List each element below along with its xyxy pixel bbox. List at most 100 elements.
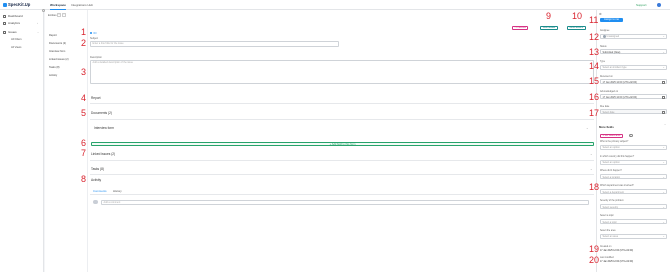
- description-textarea[interactable]: Add a detailed description of the issue: [90, 59, 594, 84]
- sidebar-item-dashboard[interactable]: Dashboard: [3, 14, 23, 18]
- chevron-down-icon: ⌄: [662, 176, 665, 179]
- view-details-button[interactable]: View details: [540, 25, 558, 30]
- marker-8: 8: [81, 174, 87, 184]
- add-entity-button[interactable]: +: [57, 13, 61, 17]
- comment-input[interactable]: Add a comment: [101, 199, 589, 205]
- sidebar-item-issues[interactable]: Issues ⌄: [3, 30, 39, 34]
- main-sidebar: Dashboard Analytics › Issues ⌄ All Filters…: [0, 10, 44, 272]
- chevron-down-icon: ⌄: [662, 147, 665, 150]
- q6-label: Select a topic: [600, 215, 614, 217]
- chevron-down-icon: ⌄: [37, 30, 40, 34]
- divider: [90, 160, 594, 161]
- app-logo[interactable]: SpecKit.Up: [3, 2, 30, 7]
- settings-gear-icon[interactable]: ⚙: [599, 12, 602, 16]
- chevron-down-icon: ⌄: [662, 191, 665, 194]
- status-dot-icon: [90, 32, 92, 34]
- chevron-up-icon[interactable]: ⌃: [664, 124, 666, 127]
- received-date-input[interactable]: 17 Jan 2025 12:00 (UTC+02:00): [600, 79, 667, 84]
- previous-button[interactable]: < Previous: [512, 25, 529, 30]
- type-select[interactable]: Select an incident type ⌄: [600, 64, 667, 70]
- avatar: [602, 35, 606, 39]
- user-avatar[interactable]: [657, 2, 661, 7]
- tab-integrations[interactable]: Integrations Hub: [71, 3, 93, 7]
- avatar: [93, 199, 98, 204]
- marker-20: 20: [589, 255, 600, 265]
- q2-label: In which country did this happen?: [600, 155, 635, 158]
- chevron-down-icon: ⌄: [662, 221, 665, 224]
- section-tasks[interactable]: Tasks (8) ⌄: [91, 167, 593, 171]
- chevron-down-icon: ⌄: [662, 206, 665, 209]
- add-field-button[interactable]: + Add field to this form: [91, 141, 594, 146]
- q4-select[interactable]: Select a department ⌄: [600, 189, 667, 194]
- sidebar-sub-filters[interactable]: All Filters: [11, 38, 22, 41]
- q1-select[interactable]: Select an option ⌄: [600, 144, 667, 150]
- q7-label: Select the area: [600, 229, 616, 232]
- marker-19: 19: [589, 244, 600, 254]
- sidebar-sub-views[interactable]: All Views: [11, 46, 21, 49]
- marker-14: 14: [589, 61, 600, 71]
- nav-interview-form[interactable]: Interview form: [49, 50, 65, 53]
- tab-history[interactable]: History: [113, 189, 122, 193]
- chevron-down-icon: ⌄: [586, 126, 589, 130]
- section-interview-form[interactable]: Interview form ⌄: [94, 126, 589, 130]
- q3-select[interactable]: Select a location ⌄: [600, 174, 667, 179]
- nav-tasks[interactable]: Tasks (8): [49, 66, 60, 69]
- q2-select[interactable]: Select an option ⌄: [600, 159, 667, 165]
- nav-documents[interactable]: Documents (2): [49, 42, 66, 45]
- marker-6: 6: [81, 138, 87, 148]
- divider: [90, 174, 594, 175]
- nav-activity[interactable]: Activity: [49, 74, 57, 77]
- due-date-label: Due date: [600, 105, 610, 108]
- marker-17: 17: [589, 108, 600, 118]
- marker-13: 13: [589, 47, 600, 57]
- more-entity-button[interactable]: ...: [62, 13, 66, 17]
- marker-12: 12: [589, 32, 600, 42]
- assignee-select[interactable]: Unassigned ⌄: [600, 33, 667, 39]
- acknowledged-date-input[interactable]: 17 Jan 2025 12:00 (UTC+02:00): [600, 94, 667, 99]
- info-icon: i: [629, 133, 633, 138]
- q6-select[interactable]: Select a topic ⌄: [600, 219, 667, 224]
- updated-label: Last modified: [600, 257, 614, 259]
- assign-to-me-button[interactable]: Assign to me: [600, 17, 623, 22]
- q5-select[interactable]: Select severity ⌄: [600, 204, 667, 209]
- issues-icon: [3, 30, 6, 34]
- sidebar-item-analytics[interactable]: Analytics ›: [3, 21, 38, 25]
- created-value: 17 Jan 2025 12:00 (UTC+02:00): [600, 249, 634, 252]
- q4-label: Which department was involved?: [600, 185, 634, 187]
- marker-18: 18: [589, 182, 600, 192]
- q1-label: Who is the primary subject?: [600, 140, 629, 143]
- received-label: Received on: [600, 75, 613, 78]
- chevron-down-icon: ⌄: [590, 152, 593, 156]
- subject-input[interactable]: Enter a brief title for the issue: [90, 40, 339, 47]
- set-case-button[interactable]: + Set case/name: [600, 133, 624, 138]
- due-date-input[interactable]: Select date: [600, 109, 667, 114]
- nav-report[interactable]: Report: [49, 34, 57, 37]
- status-select[interactable]: Submitted (New) ⌄: [600, 49, 667, 54]
- q3-label: Where did it happen?: [600, 170, 622, 172]
- marker-16: 16: [589, 92, 600, 102]
- marker-10: 10: [572, 11, 583, 21]
- section-linked-issues[interactable]: Linked issues (2) ⌄: [91, 152, 593, 156]
- grid-icon: [3, 14, 6, 18]
- q7-select[interactable]: Select an area ⌄: [600, 233, 667, 239]
- marker-4: 4: [81, 93, 87, 103]
- tab-workspace[interactable]: Workspace: [50, 3, 66, 10]
- chevron-right-icon: ›: [37, 21, 38, 25]
- updated-value: 17 Jan 2025 12:00 (UTC+02:00): [600, 260, 634, 263]
- chevron-down-icon: ⌄: [662, 67, 665, 70]
- section-report[interactable]: Report ⌄: [91, 96, 593, 100]
- issue-id: ID: [90, 31, 97, 35]
- support-link[interactable]: Support: [636, 3, 647, 7]
- section-documents[interactable]: Documents (2) ⌄: [91, 111, 593, 115]
- logo-icon: [3, 3, 7, 7]
- more-actions-button[interactable]: More actions: [567, 25, 586, 30]
- calendar-icon: [662, 80, 666, 84]
- nav-linked-issues[interactable]: Linked issues (2): [49, 58, 69, 61]
- marker-15: 15: [589, 76, 600, 86]
- chevron-down-icon: ⌄: [662, 36, 665, 39]
- type-label: Type: [600, 61, 605, 63]
- divider: [90, 119, 594, 120]
- chevron-down-icon: ⌄: [590, 166, 593, 171]
- top-bar: SpecKit.Up Workspace Integrations Hub Su…: [0, 0, 670, 10]
- tab-comments[interactable]: Comments: [93, 189, 107, 195]
